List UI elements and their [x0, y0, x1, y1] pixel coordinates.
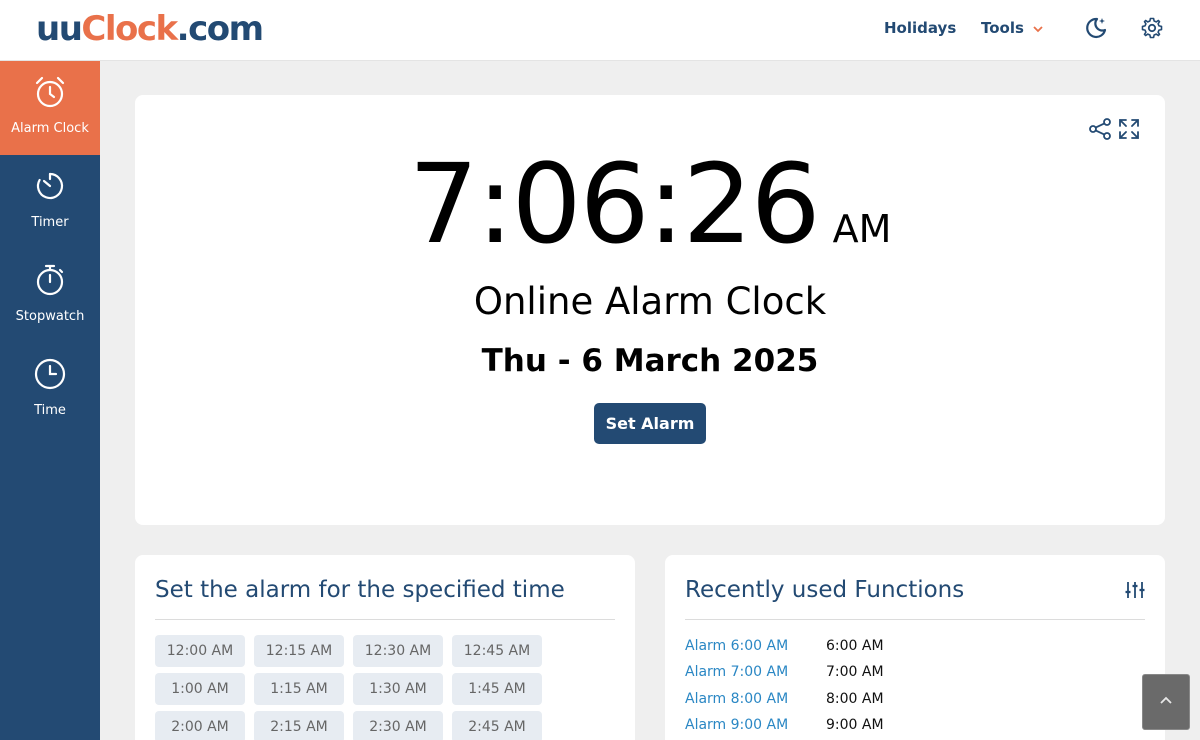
- alarm-preset-button[interactable]: 1:45 AM: [452, 673, 542, 705]
- alarm-preset-button[interactable]: 2:45 AM: [452, 711, 542, 740]
- recent-functions-title: Recently used Functions: [685, 577, 965, 603]
- nav-tools-label: Tools: [981, 19, 1024, 37]
- digital-time-display: 7:06:26 AM: [135, 139, 1165, 269]
- nav-tools-menu[interactable]: Tools: [981, 19, 1043, 37]
- recent-functions-card: Recently used Functions Alarm 6:00 AM 6:…: [665, 555, 1165, 740]
- logo-text-clock: Clock: [81, 9, 178, 49]
- recent-row: Alarm 6:00 AM 6:00 AM: [685, 635, 1145, 657]
- alarm-preset-button[interactable]: 1:00 AM: [155, 673, 245, 705]
- divider: [685, 619, 1145, 620]
- sidebar-item-label: Time: [34, 403, 66, 418]
- stopwatch-icon: [36, 264, 64, 296]
- share-icon[interactable]: [1088, 117, 1112, 141]
- recent-alarm-value: 7:00 AM: [826, 664, 884, 680]
- recent-row: Alarm 7:00 AM 7:00 AM: [685, 661, 1145, 683]
- current-date: Thu - 6 March 2025: [481, 343, 819, 379]
- recent-alarm-link[interactable]: Alarm 6:00 AM: [685, 635, 788, 657]
- alarm-preset-button[interactable]: 12:45 AM: [452, 635, 542, 667]
- sliders-settings-icon[interactable]: [1124, 579, 1146, 601]
- recent-alarm-link[interactable]: Alarm 7:00 AM: [685, 661, 788, 683]
- sidebar-item-stopwatch[interactable]: Stopwatch: [0, 249, 100, 343]
- current-time: 7:06:26: [408, 140, 821, 268]
- recent-alarm-value: 9:00 AM: [826, 717, 884, 733]
- recent-alarm-link[interactable]: Alarm 8:00 AM: [685, 688, 788, 710]
- alarm-presets-card: Set the alarm for the specified time 12:…: [135, 555, 635, 740]
- sidebar-item-label: Alarm Clock: [11, 121, 89, 136]
- site-logo[interactable]: uuClock.com: [36, 9, 264, 49]
- sidebar-item-alarm-clock[interactable]: Alarm Clock: [0, 61, 100, 155]
- clock-icon: [34, 358, 66, 390]
- am-pm-indicator: AM: [832, 207, 892, 251]
- recent-alarm-value: 8:00 AM: [826, 691, 884, 707]
- alarm-preset-button[interactable]: 2:30 AM: [353, 711, 443, 740]
- top-header: uuClock.com Holidays Tools: [0, 0, 1200, 61]
- settings-gear-icon[interactable]: [1140, 16, 1164, 40]
- dark-mode-moon-icon[interactable]: [1084, 16, 1108, 40]
- alarm-preset-button[interactable]: 2:00 AM: [155, 711, 245, 740]
- alarm-preset-button[interactable]: 2:15 AM: [254, 711, 344, 740]
- sidebar-item-label: Timer: [31, 215, 69, 230]
- set-alarm-button[interactable]: Set Alarm: [594, 403, 706, 444]
- alarm-preset-button[interactable]: 1:30 AM: [353, 673, 443, 705]
- alarm-preset-button[interactable]: 12:00 AM: [155, 635, 245, 667]
- alarm-preset-button[interactable]: 1:15 AM: [254, 673, 344, 705]
- recent-row: Alarm 9:00 AM 9:00 AM: [685, 714, 1145, 736]
- recent-alarm-link[interactable]: Alarm 9:00 AM: [685, 714, 788, 736]
- fullscreen-expand-icon[interactable]: [1117, 117, 1141, 141]
- timer-icon: [36, 172, 64, 200]
- alarm-presets-title: Set the alarm for the specified time: [155, 577, 565, 603]
- clock-card: 7:06:26 AM Online Alarm Clock Thu - 6 Mar…: [135, 95, 1165, 525]
- sidebar-item-label: Stopwatch: [15, 309, 85, 324]
- scroll-to-top-button[interactable]: [1142, 674, 1190, 730]
- page-title: Online Alarm Clock: [473, 280, 827, 323]
- sidebar-item-timer[interactable]: Timer: [0, 155, 100, 249]
- logo-text-com: .com: [176, 9, 264, 49]
- logo-text-uu: uu: [36, 9, 83, 49]
- left-sidebar: Alarm Clock Timer Stopwatch Time: [0, 61, 100, 740]
- alarm-preset-button[interactable]: 12:15 AM: [254, 635, 344, 667]
- alarm-clock-icon: [35, 76, 65, 108]
- recent-row: Alarm 8:00 AM 8:00 AM: [685, 688, 1145, 710]
- nav-holidays-link[interactable]: Holidays: [884, 19, 956, 37]
- alarm-preset-button[interactable]: 12:30 AM: [353, 635, 443, 667]
- divider: [155, 619, 615, 620]
- recent-alarm-value: 6:00 AM: [826, 638, 884, 654]
- chevron-up-icon: [1160, 696, 1172, 704]
- chevron-down-icon: [1033, 25, 1043, 32]
- sidebar-item-time[interactable]: Time: [0, 343, 100, 437]
